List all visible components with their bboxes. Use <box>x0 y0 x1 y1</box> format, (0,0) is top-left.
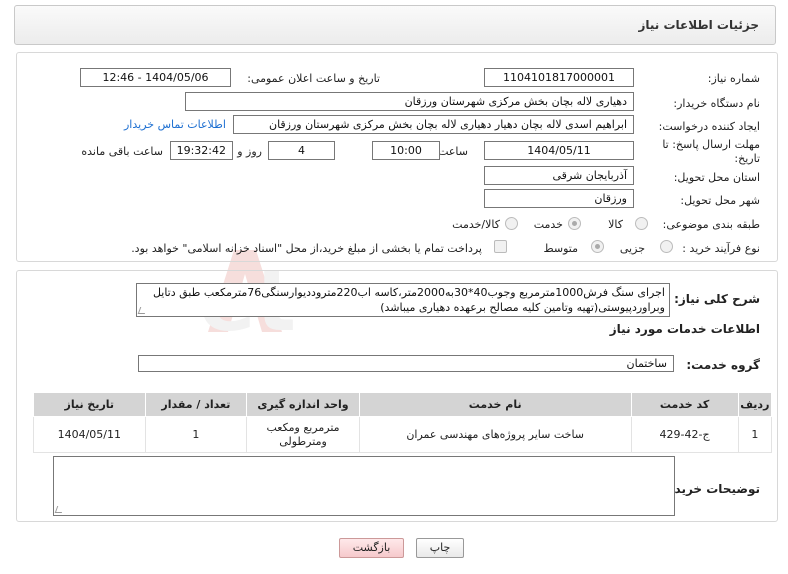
category-goods-service-label: کالا/خدمت <box>452 218 500 231</box>
service-group-field: ساختمان <box>138 355 674 372</box>
header-panel: جزئیات اطلاعات نیاز <box>14 5 776 45</box>
treasury-checkbox[interactable] <box>494 240 507 253</box>
col-name-header: نام خدمت <box>358 392 632 417</box>
resize-grip-icon[interactable] <box>54 506 65 513</box>
city-field: ورزقان <box>484 189 634 208</box>
remaining-time-field: 19:32:42 <box>170 141 233 160</box>
remaining-days-field: 4 <box>268 141 335 160</box>
purchase-minor-radio[interactable] <box>660 240 673 253</box>
services-section-title: اطلاعات خدمات مورد نیاز <box>609 322 760 336</box>
page-title: جزئیات اطلاعات نیاز <box>638 18 759 32</box>
province-field: آذربایجان شرقی <box>484 166 634 185</box>
buyer-contact-link[interactable]: اطلاعات تماس خریدار <box>124 118 226 131</box>
deadline-label: مهلت ارسال پاسخ: تا تاریخ: <box>662 138 760 165</box>
description-text: اجرای سنگ فرش1000مترمربع وجوب40*30به2000… <box>152 286 665 314</box>
need-number-label: شماره نیاز: <box>707 72 760 85</box>
col-date-header: تاریخ نیاز <box>33 392 146 417</box>
days-label: روز و <box>237 145 262 158</box>
category-service-radio[interactable] <box>568 217 581 230</box>
purchase-medium-label: متوسط <box>543 242 578 255</box>
creator-field: ابراهیم اسدی لاله بچان دهیار دهیاری لاله… <box>233 115 634 134</box>
buyer-org-field: دهیاری لاله بچان بخش مرکزی شهرستان ورزقا… <box>185 92 634 111</box>
cell-name: ساخت سایر پروژه‌های مهندسی عمران <box>358 416 632 453</box>
treasury-note: پرداخت تمام یا بخشی از مبلغ خرید،از محل … <box>131 242 482 255</box>
deadline-time-label: ساعت <box>438 145 468 158</box>
need-number-field: 1104101817000001 <box>484 68 634 87</box>
announce-label: تاریخ و ساعت اعلان عمومی: <box>247 72 380 85</box>
buyer-org-label: نام دستگاه خریدار: <box>673 97 760 110</box>
purchase-minor-label: جزیی <box>619 242 645 255</box>
cell-code: ج-42-429 <box>630 416 739 453</box>
category-label: طبقه بندی موضوعی: <box>662 218 760 231</box>
description-label: شرح کلی نیاز: <box>674 292 760 306</box>
print-button[interactable]: چاپ <box>416 538 464 558</box>
announce-datetime-field: 1404/05/06 - 12:46 <box>80 68 231 87</box>
resize-grip-icon[interactable] <box>137 307 148 314</box>
table-header-row: ردیف کد خدمت نام خدمت واحد اندازه گیری ت… <box>33 392 773 417</box>
col-row-header: ردیف <box>737 392 773 417</box>
city-label: شهر محل تحویل: <box>680 194 760 207</box>
creator-label: ایجاد کننده درخواست: <box>658 120 760 133</box>
col-qty-header: تعداد / مقدار <box>144 392 248 417</box>
purchase-type-label: نوع فرآیند خرید : <box>682 242 760 255</box>
description-textarea[interactable]: اجرای سنگ فرش1000مترمربع وجوب40*30به2000… <box>136 283 670 317</box>
col-unit-header: واحد اندازه گیری <box>246 392 360 417</box>
category-goods-radio[interactable] <box>635 217 648 230</box>
cell-unit: مترمربع ومکعب ومترطولی <box>246 416 360 453</box>
col-code-header: کد خدمت <box>630 392 739 417</box>
back-button[interactable]: بازگشت <box>339 538 404 558</box>
deadline-time-field: 10:00 <box>372 141 440 160</box>
category-service-label: خدمت <box>533 218 563 231</box>
services-table: ردیف کد خدمت نام خدمت واحد اندازه گیری ت… <box>33 392 773 453</box>
deadline-date-field: 1404/05/11 <box>484 141 634 160</box>
cell-qty: 1 <box>144 416 248 453</box>
table-row: 1 ج-42-429 ساخت سایر پروژه‌های مهندسی عم… <box>33 416 773 453</box>
purchase-medium-radio[interactable] <box>591 240 604 253</box>
category-goods-label: کالا <box>608 218 623 231</box>
service-group-label: گروه خدمت: <box>686 358 760 372</box>
buyer-notes-textarea[interactable] <box>53 456 675 516</box>
remaining-label: ساعت باقی مانده <box>81 145 163 158</box>
province-label: استان محل تحویل: <box>673 171 760 184</box>
cell-date: 1404/05/11 <box>33 416 146 453</box>
cell-row: 1 <box>737 416 773 453</box>
category-goods-service-radio[interactable] <box>505 217 518 230</box>
